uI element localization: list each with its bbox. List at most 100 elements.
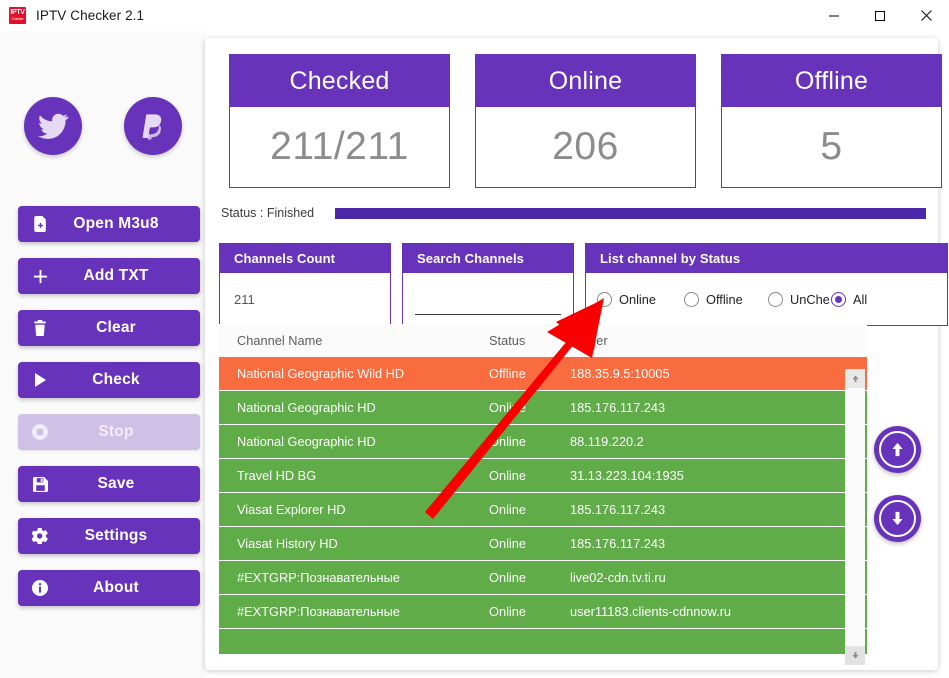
stat-online-title: Online (476, 55, 695, 107)
maximize-button[interactable] (857, 0, 903, 31)
save-icon (18, 476, 62, 492)
cell-status: Offline (489, 366, 526, 381)
search-channels-panel: Search Channels (402, 243, 574, 326)
stat-card-offline: Offline 5 (721, 54, 942, 188)
channels-count-panel: Channels Count 211 (219, 243, 391, 326)
cell-server: user11183.clients-cdnnow.ru (570, 604, 732, 619)
clear-label: Clear (96, 319, 136, 336)
column-header-channel-name: Channel Name (237, 333, 323, 348)
about-label: About (93, 579, 139, 596)
list-by-status-panel: List channel by Status Online Offline Un… (585, 243, 948, 326)
list-by-status-body: Online Offline UnChecked All (586, 273, 947, 325)
table-row[interactable]: Viasat Explorer HD Online 185.176.117.24… (219, 493, 867, 527)
settings-button[interactable]: Settings (18, 518, 200, 554)
open-m3u8-button[interactable]: Open M3u8 (18, 206, 200, 242)
cell-status: Online (489, 434, 526, 449)
radio-online-dot (597, 291, 612, 307)
twitter-button[interactable] (23, 97, 82, 155)
search-input[interactable] (415, 299, 561, 315)
scroll-up-button[interactable] (874, 426, 921, 473)
cell-server: 185.176.117.243 (570, 536, 666, 551)
app-icon: IPTV Checker (9, 7, 26, 24)
cell-channel-name: National Geographic HD (237, 434, 376, 449)
cell-server: 185.176.117.243 (570, 502, 666, 517)
progress-bar-fill (335, 207, 926, 219)
scroll-down-button[interactable] (874, 495, 921, 542)
stat-offline-value: 5 (820, 125, 843, 168)
cell-status: Online (489, 536, 526, 551)
radio-offline[interactable]: Offline (684, 291, 743, 307)
file-icon (18, 216, 62, 232)
cell-server: live02-cdn.tv.ti.ru (570, 570, 666, 585)
scrollbar-up-button[interactable] (845, 369, 865, 388)
app-icon-label-top: IPTV (10, 9, 25, 16)
window-title: IPTV Checker 2.1 (36, 8, 145, 23)
table-row[interactable]: Viasat History HD Online 185.176.117.243 (219, 527, 867, 561)
table-scrollbar[interactable] (845, 369, 865, 665)
about-button[interactable]: About (18, 570, 200, 606)
status-row: Status : Finished (221, 200, 926, 226)
close-button[interactable] (903, 0, 949, 31)
stop-button: Stop (18, 414, 200, 450)
table-row[interactable]: National Geographic HD Online 185.176.11… (219, 391, 867, 425)
title-bar: IPTV Checker IPTV Checker 2.1 (0, 0, 949, 31)
sidebar-buttons: Open M3u8 Add TXT Clear Check Stop Save … (18, 206, 200, 622)
stop-label: Stop (98, 423, 134, 440)
check-button[interactable]: Check (18, 362, 200, 398)
cell-status: Online (489, 502, 526, 517)
paypal-button[interactable] (123, 97, 182, 155)
table-row[interactable]: National Geographic HD Online 88.119.220… (219, 425, 867, 459)
clear-button[interactable]: Clear (18, 310, 200, 346)
cell-status: Online (489, 400, 526, 415)
channels-count-body: 211 (220, 273, 390, 325)
cell-channel-name: Viasat History HD (237, 536, 338, 551)
status-label: Status : Finished (221, 206, 315, 220)
radio-unchecked-dot (768, 291, 783, 307)
check-label: Check (92, 371, 140, 388)
main-panel: Checked 211/211 Online 206 Offline 5 Sta… (205, 38, 948, 670)
plus-icon (18, 269, 62, 284)
table-row[interactable]: National Geographic Wild HD Offline 188.… (219, 357, 867, 391)
settings-label: Settings (84, 527, 148, 544)
table-row[interactable]: Travel HD BG Online 31.13.223.104:1935 (219, 459, 867, 493)
sidebar: Open M3u8 Add TXT Clear Check Stop Save … (0, 31, 205, 678)
table-header-row: Channel Name Status Server (219, 324, 867, 357)
scroll-nav-buttons (874, 426, 921, 542)
table-row[interactable]: #EXTGRP:Познавательные Online live02-cdn… (219, 561, 867, 595)
open-m3u8-label: Open M3u8 (73, 215, 159, 232)
add-txt-button[interactable]: Add TXT (18, 258, 200, 294)
stat-offline-title: Offline (722, 55, 941, 107)
stat-checked-value: 211/211 (270, 125, 409, 168)
radio-all-dot (831, 291, 846, 307)
stat-online-value: 206 (552, 125, 619, 168)
search-channels-title: Search Channels (403, 244, 573, 273)
scroll-up-arrow-icon (851, 370, 860, 388)
radio-offline-label: Offline (706, 291, 743, 307)
cell-status: Online (489, 468, 526, 483)
table-row[interactable] (219, 629, 867, 654)
save-button[interactable]: Save (18, 466, 200, 502)
cell-channel-name: #EXTGRP:Познавательные (237, 604, 400, 619)
column-header-server: Server (570, 333, 608, 348)
radio-offline-dot (684, 291, 699, 307)
radio-online-label: Online (619, 291, 656, 307)
column-header-status: Status (489, 333, 526, 348)
radio-online[interactable]: Online (597, 291, 656, 307)
cell-channel-name: Travel HD BG (237, 468, 317, 483)
social-links (0, 97, 205, 155)
cell-channel-name: National Geographic HD (237, 400, 376, 415)
scrollbar-down-button[interactable] (845, 646, 865, 665)
cell-status: Online (489, 604, 526, 619)
radio-all-label: All (853, 291, 868, 307)
cell-server: 88.119.220.2 (570, 434, 644, 449)
stop-icon (18, 424, 62, 440)
cell-channel-name: Viasat Explorer HD (237, 502, 346, 517)
minimize-button[interactable] (811, 0, 857, 31)
scrollbar-track[interactable] (845, 388, 865, 646)
cell-server: 188.35.9.5:10005 (570, 366, 670, 381)
twitter-icon (37, 110, 69, 142)
cell-server: 31.13.223.104:1935 (570, 468, 684, 483)
stat-card-checked: Checked 211/211 (229, 54, 450, 188)
radio-all[interactable]: All (829, 291, 868, 307)
table-row[interactable]: #EXTGRP:Познавательные Online user11183.… (219, 595, 867, 629)
